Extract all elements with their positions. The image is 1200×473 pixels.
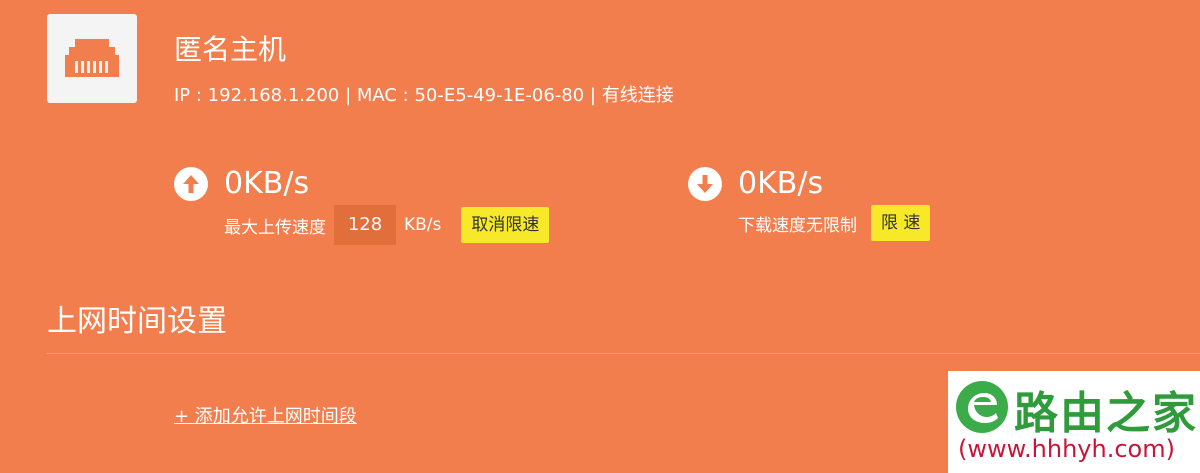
download-speed-block: 0KB/s 下载速度无限制 限 速 bbox=[688, 166, 931, 241]
cancel-limit-button[interactable]: 取消限速 bbox=[461, 207, 550, 243]
watermark: 路由之家 (www.hhhyh.com) bbox=[948, 371, 1200, 473]
upload-speed-block: 0KB/s 最大上传速度 128 KB/s 取消限速 bbox=[174, 166, 550, 245]
device-name: 匿名主机 bbox=[174, 33, 287, 66]
upload-limit-unit: KB/s bbox=[404, 215, 442, 235]
upload-limit-input[interactable]: 128 bbox=[334, 205, 396, 245]
device-info: IP : 192.168.1.200 | MAC : 50-E5-49-1E-0… bbox=[174, 85, 674, 106]
arrow-down-circle-icon bbox=[688, 166, 722, 201]
device-icon-box bbox=[47, 14, 137, 103]
section-title: 上网时间设置 bbox=[47, 304, 227, 339]
add-time-period-link[interactable]: + 添加允许上网时间段 bbox=[174, 402, 357, 428]
download-speed-value: 0KB/s bbox=[738, 166, 824, 201]
upload-speed-value: 0KB/s bbox=[224, 166, 310, 201]
watermark-title: 路由之家 bbox=[1014, 388, 1198, 439]
ethernet-port-icon bbox=[65, 39, 119, 77]
upload-limit-label: 最大上传速度 bbox=[224, 217, 326, 238]
set-limit-button[interactable]: 限 速 bbox=[871, 205, 931, 241]
divider bbox=[47, 353, 1200, 354]
e-logo-icon bbox=[956, 381, 1008, 433]
arrow-up-circle-icon bbox=[174, 166, 208, 201]
watermark-url: (www.hhhyh.com) bbox=[958, 435, 1175, 463]
download-limit-label: 下载速度无限制 bbox=[738, 215, 857, 236]
